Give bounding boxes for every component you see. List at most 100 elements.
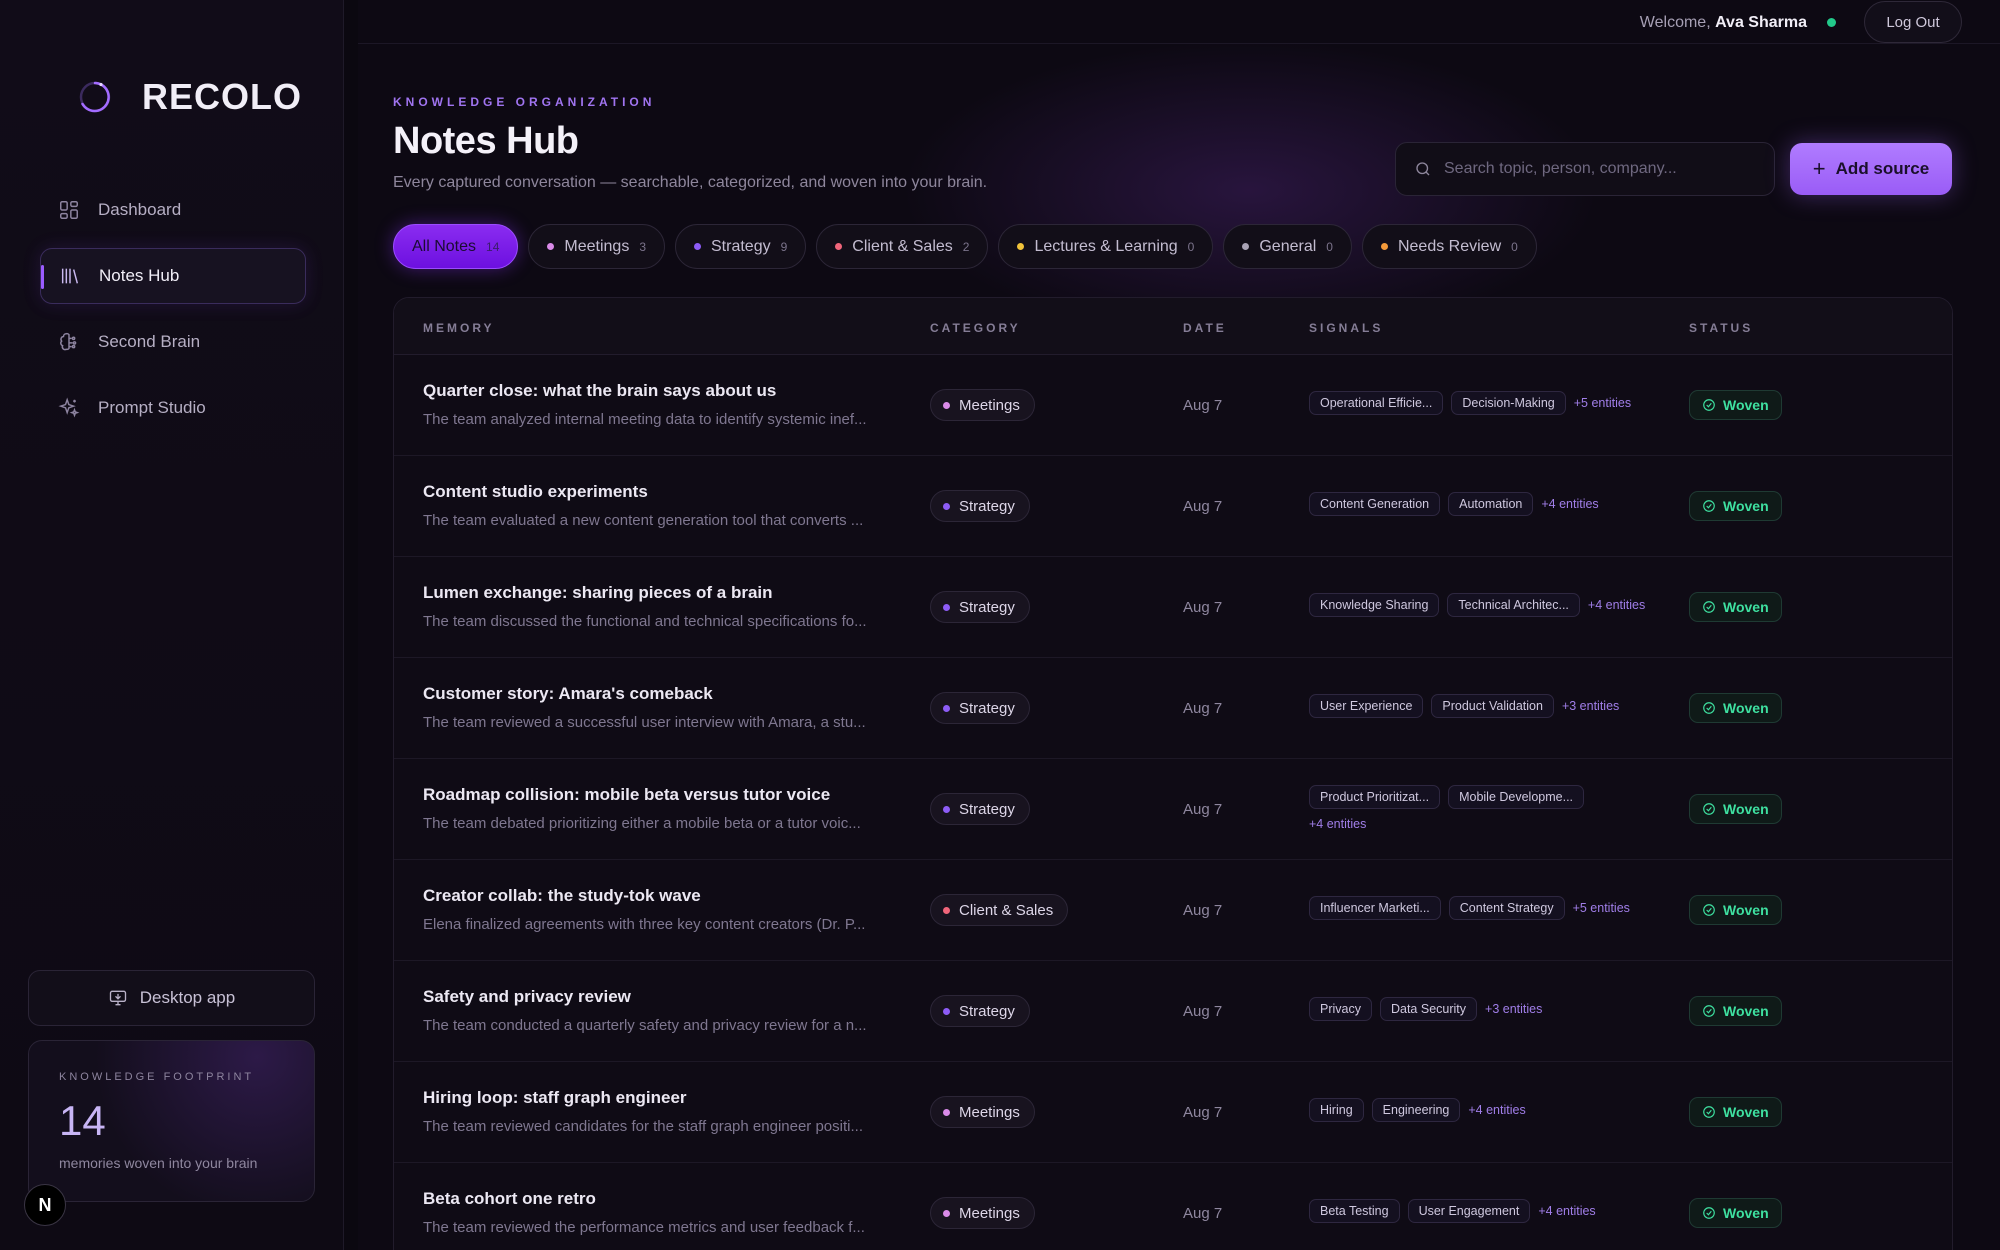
signal-tag[interactable]: Mobile Developme... bbox=[1448, 785, 1585, 809]
signal-tag[interactable]: Knowledge Sharing bbox=[1309, 593, 1440, 617]
table-row[interactable]: Lumen exchange: sharing pieces of a brai… bbox=[394, 557, 1952, 658]
sidebar-item-second-brain[interactable]: Second Brain bbox=[40, 314, 306, 370]
table-row[interactable]: Quarter close: what the brain says about… bbox=[394, 355, 1952, 456]
more-entities-link[interactable]: +5 entities bbox=[1573, 901, 1630, 915]
filter-client-sales[interactable]: Client & Sales 2 bbox=[816, 224, 989, 269]
memory-title[interactable]: Creator collab: the study-tok wave bbox=[423, 886, 701, 906]
memory-date: Aug 7 bbox=[1183, 498, 1223, 515]
filter-lectures-learning[interactable]: Lectures & Learning 0 bbox=[998, 224, 1214, 269]
sidebar-item-dashboard[interactable]: Dashboard bbox=[40, 182, 306, 238]
signal-tag[interactable]: Product Validation bbox=[1431, 694, 1554, 718]
signal-tag[interactable]: Data Security bbox=[1379, 997, 1478, 1021]
memory-title[interactable]: Quarter close: what the brain says about… bbox=[423, 381, 776, 401]
more-entities-link[interactable]: +4 entities bbox=[1468, 1103, 1525, 1117]
memory-title[interactable]: Roadmap collision: mobile beta versus tu… bbox=[423, 785, 830, 805]
memory-date: Aug 7 bbox=[1183, 902, 1223, 919]
signals-list: Knowledge Sharing Technical Architec... +4… bbox=[1309, 593, 1679, 617]
memory-date: Aug 7 bbox=[1183, 1104, 1223, 1121]
n-badge[interactable]: N bbox=[24, 1184, 66, 1226]
column-header-signals[interactable]: SIGNALS bbox=[1309, 321, 1383, 335]
filter-all-notes[interactable]: All Notes 14 bbox=[393, 224, 519, 269]
table-row[interactable]: Creator collab: the study-tok wave Elena… bbox=[394, 860, 1952, 961]
table-row[interactable]: Roadmap collision: mobile beta versus tu… bbox=[394, 759, 1952, 860]
memory-description: The team evaluated a new content generat… bbox=[423, 512, 864, 529]
memory-title[interactable]: Hiring loop: staff graph engineer bbox=[423, 1088, 687, 1108]
add-source-button[interactable]: + Add source bbox=[1790, 143, 1952, 195]
signal-tag[interactable]: Technical Architec... bbox=[1447, 593, 1580, 617]
signal-tag[interactable]: Engineering bbox=[1371, 1098, 1461, 1122]
category-badge: Meetings bbox=[930, 1096, 1035, 1128]
category-dot bbox=[943, 704, 950, 712]
sidebar-item-prompt-studio[interactable]: Prompt Studio bbox=[40, 380, 306, 436]
signals-list: Product Prioritizat... Mobile Developme..… bbox=[1309, 785, 1609, 831]
category-dot bbox=[1017, 243, 1025, 250]
more-entities-link[interactable]: +4 entities bbox=[1541, 497, 1598, 511]
table-row[interactable]: Safety and privacy review The team condu… bbox=[394, 961, 1952, 1062]
status-label: Woven bbox=[1723, 498, 1769, 514]
more-entities-link[interactable]: +4 entities bbox=[1588, 598, 1645, 612]
memory-title[interactable]: Safety and privacy review bbox=[423, 987, 631, 1007]
status-badge: Woven bbox=[1689, 693, 1782, 723]
category-dot bbox=[943, 906, 950, 914]
desktop-app-label: Desktop app bbox=[139, 988, 236, 1007]
column-header-status[interactable]: STATUS bbox=[1689, 321, 1753, 335]
status-label: Woven bbox=[1723, 397, 1769, 413]
table-row[interactable]: Customer story: Amara's comeback The tea… bbox=[394, 658, 1952, 759]
table-row[interactable]: Hiring loop: staff graph engineer The te… bbox=[394, 1062, 1952, 1163]
brand[interactable]: RECOLO bbox=[76, 76, 302, 118]
sidebar-nav: Dashboard Notes Hub Second Brain Prompt … bbox=[40, 182, 306, 446]
check-circle-icon bbox=[1703, 500, 1715, 512]
memory-title[interactable]: Lumen exchange: sharing pieces of a brai… bbox=[423, 583, 773, 603]
category-dot bbox=[943, 502, 950, 510]
category-label: Strategy bbox=[959, 800, 1015, 818]
signal-tag[interactable]: Product Prioritizat... bbox=[1309, 785, 1441, 809]
more-entities-link[interactable]: +4 entities bbox=[1309, 817, 1366, 831]
more-entities-link[interactable]: +3 entities bbox=[1485, 1002, 1542, 1016]
signals-list: Beta Testing User Engagement +4 entities bbox=[1309, 1199, 1679, 1223]
more-entities-link[interactable]: +5 entities bbox=[1574, 396, 1631, 410]
memory-description: Elena finalized agreements with three ke… bbox=[423, 916, 866, 933]
column-header-date[interactable]: DATE bbox=[1183, 321, 1227, 335]
signal-tag[interactable]: User Engagement bbox=[1407, 1199, 1531, 1223]
signal-tag[interactable]: Beta Testing bbox=[1309, 1199, 1400, 1223]
filter-strategy[interactable]: Strategy 9 bbox=[675, 224, 807, 269]
filter-meetings[interactable]: Meetings 3 bbox=[528, 224, 665, 269]
filter-count: 3 bbox=[639, 239, 646, 254]
desktop-app-button[interactable]: Desktop app bbox=[28, 970, 315, 1026]
sparkle-icon bbox=[58, 397, 80, 418]
plus-icon: + bbox=[1812, 156, 1826, 181]
table-row[interactable]: Content studio experiments The team eval… bbox=[394, 456, 1952, 557]
search-input[interactable] bbox=[1444, 160, 1764, 178]
check-circle-icon bbox=[1703, 904, 1715, 916]
add-source-label: Add source bbox=[1835, 159, 1930, 178]
brand-name: RECOLO bbox=[142, 76, 303, 117]
signal-tag[interactable]: Content Strategy bbox=[1448, 896, 1565, 920]
notes-table: MEMORY CATEGORY DATE SIGNALS STATUS Quar… bbox=[393, 297, 1953, 1250]
memory-title[interactable]: Content studio experiments bbox=[423, 482, 648, 502]
recolo-logo-icon bbox=[76, 78, 114, 116]
signal-tag[interactable]: Operational Efficie... bbox=[1309, 391, 1444, 415]
filter-count: 0 bbox=[1511, 239, 1518, 254]
column-header-category[interactable]: CATEGORY bbox=[930, 321, 1021, 335]
signal-tag[interactable]: Content Generation bbox=[1309, 492, 1441, 516]
filter-needs-review[interactable]: Needs Review 0 bbox=[1361, 224, 1537, 269]
status-label: Woven bbox=[1723, 902, 1769, 918]
signal-tag[interactable]: Automation bbox=[1448, 492, 1534, 516]
signal-tag[interactable]: User Experience bbox=[1309, 694, 1424, 718]
signal-tag[interactable]: Decision-Making bbox=[1451, 391, 1566, 415]
column-header-memory[interactable]: MEMORY bbox=[423, 321, 495, 335]
signal-tag[interactable]: Influencer Marketi... bbox=[1309, 896, 1441, 920]
filter-general[interactable]: General 0 bbox=[1223, 224, 1352, 269]
memory-title[interactable]: Beta cohort one retro bbox=[423, 1189, 596, 1209]
memory-title[interactable]: Customer story: Amara's comeback bbox=[423, 684, 713, 704]
search-box[interactable] bbox=[1395, 142, 1775, 196]
more-entities-link[interactable]: +3 entities bbox=[1562, 699, 1619, 713]
signal-tag[interactable]: Privacy bbox=[1309, 997, 1372, 1021]
sidebar-item-notes-hub[interactable]: Notes Hub bbox=[40, 248, 306, 304]
signal-tag[interactable]: Hiring bbox=[1309, 1098, 1364, 1122]
more-entities-link[interactable]: +4 entities bbox=[1538, 1204, 1595, 1218]
log-out-button[interactable]: Log Out bbox=[1864, 1, 1962, 43]
memory-description: The team reviewed candidates for the sta… bbox=[423, 1118, 863, 1135]
check-circle-icon bbox=[1703, 803, 1715, 815]
table-row[interactable]: Beta cohort one retro The team reviewed … bbox=[394, 1163, 1952, 1250]
